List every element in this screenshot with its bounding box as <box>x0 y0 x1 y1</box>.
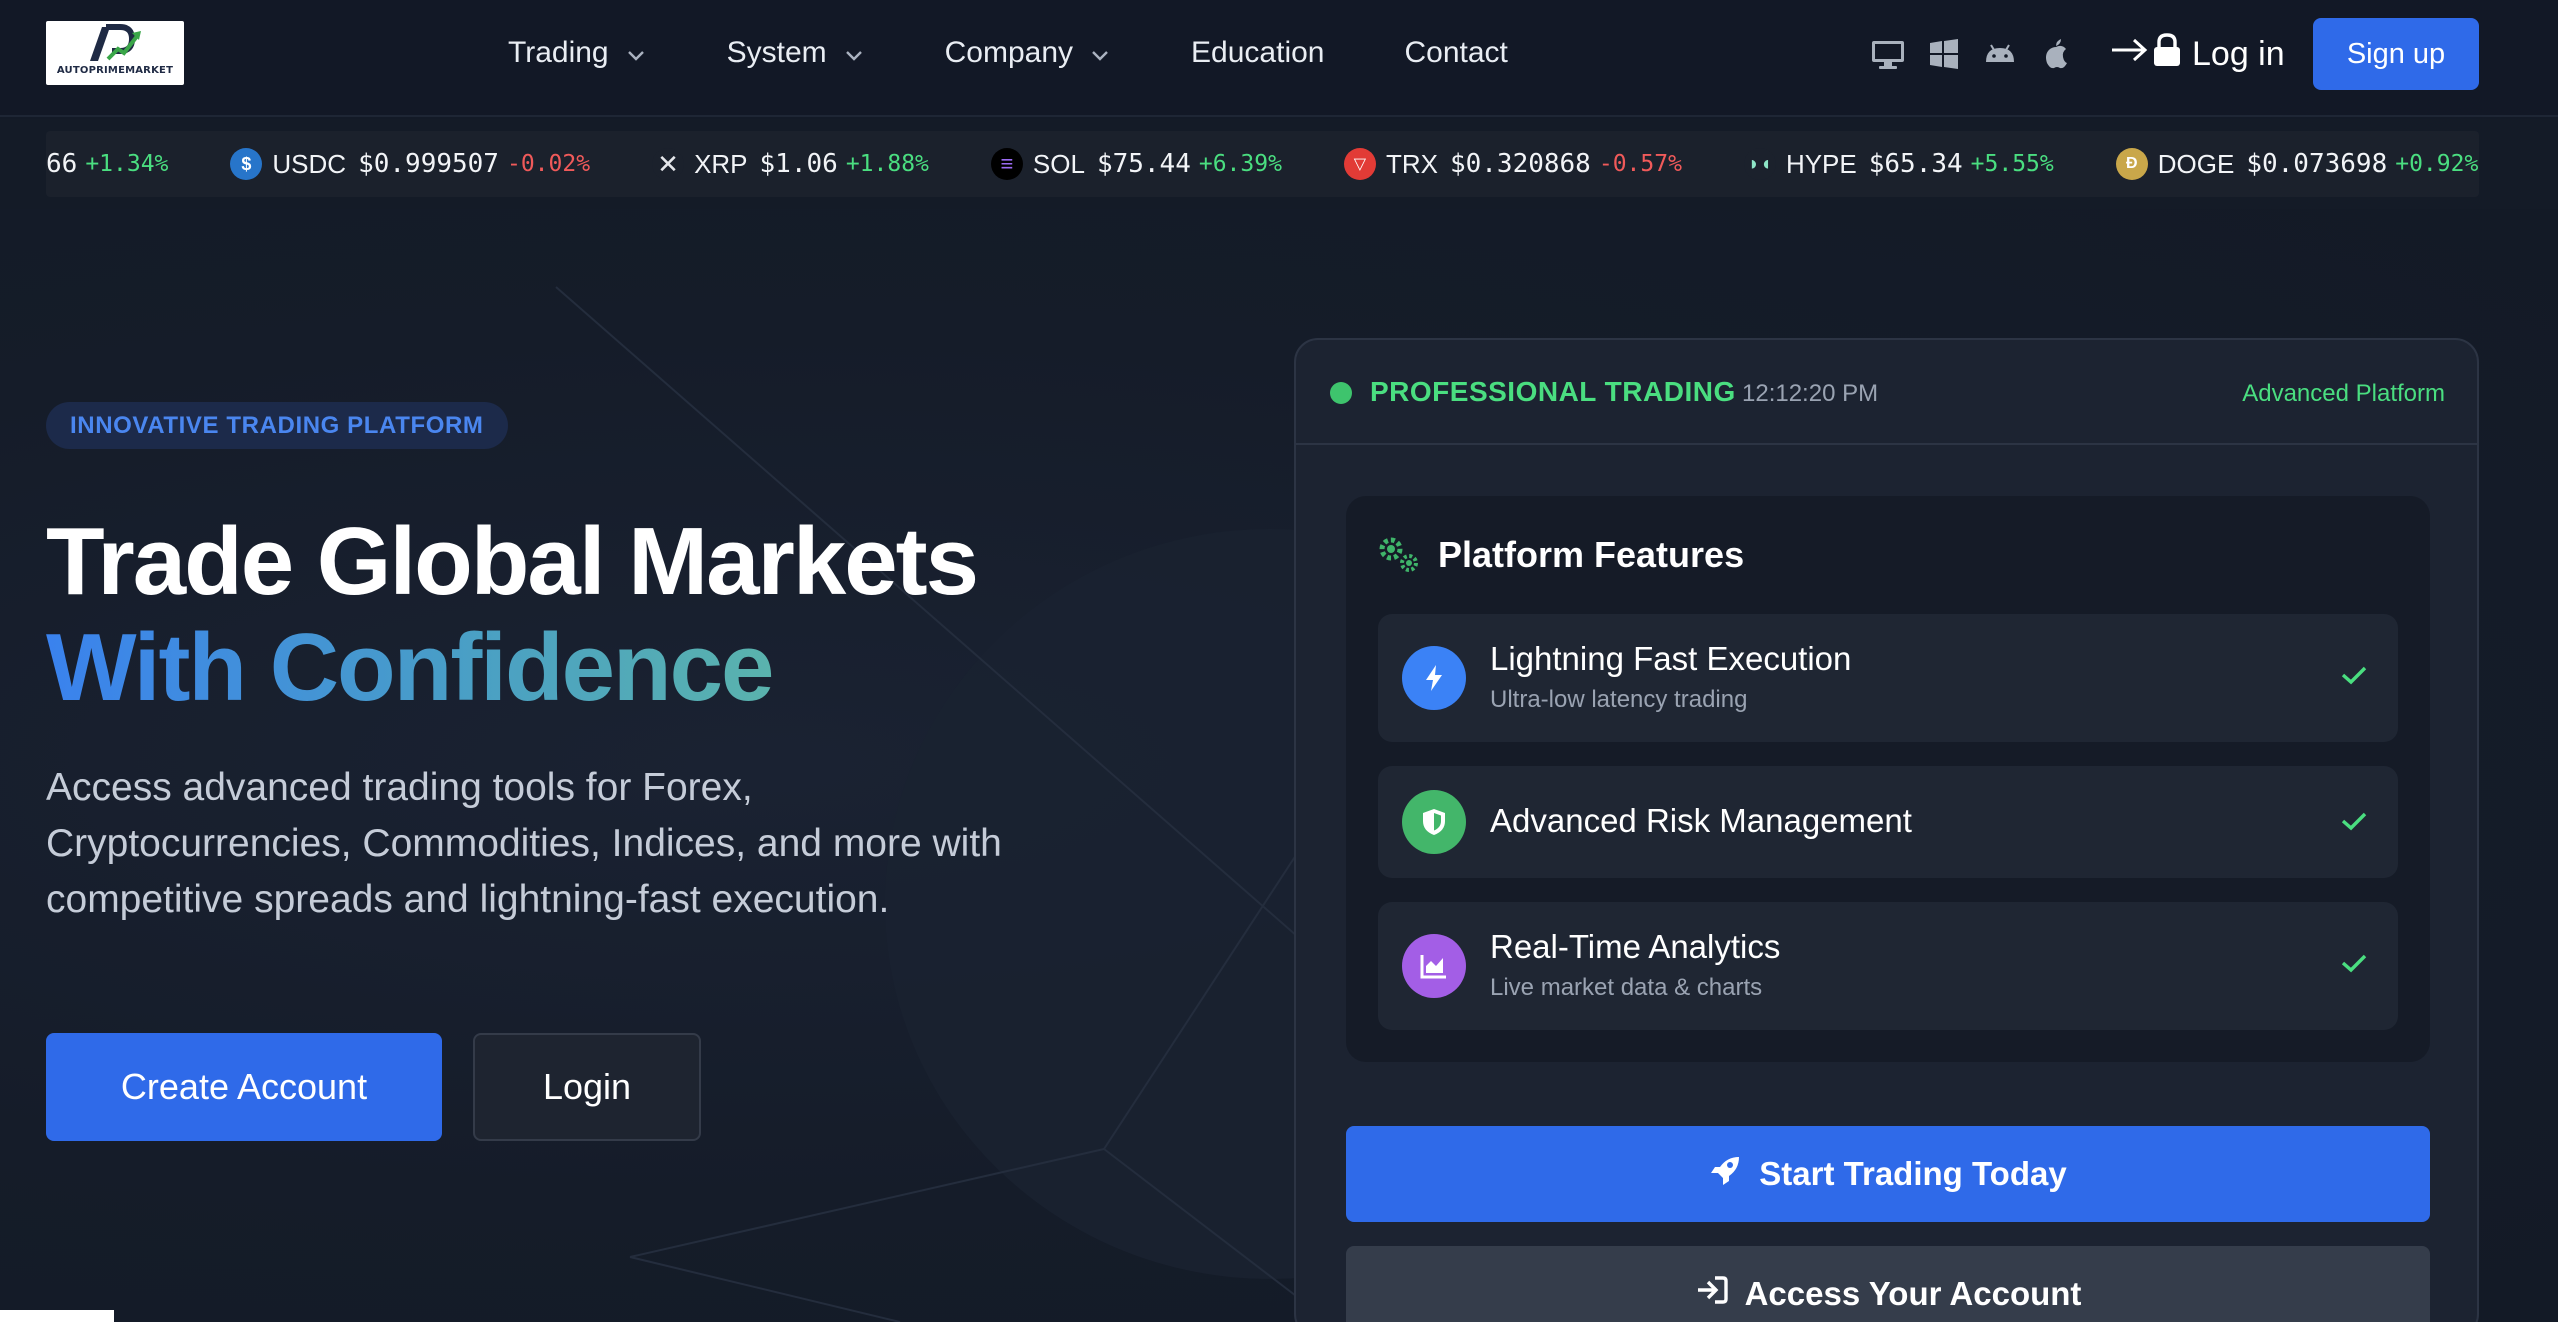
arrow-right-icon <box>2110 33 2150 76</box>
ticker-item[interactable]: ≡ SOL $75.44 +6.39% <box>990 148 1282 180</box>
ticker-change: +0.92% <box>2395 151 2479 177</box>
nav-item-system[interactable]: System <box>727 36 863 70</box>
ticker-change: +1.88% <box>845 151 929 177</box>
ticker-price: $1.06 <box>759 149 838 179</box>
ticker-price: 66 <box>46 149 78 179</box>
ticker-price: $0.320868 <box>1449 149 1591 179</box>
hero-title: Trade Global Markets <box>46 508 979 615</box>
ticker-change: -0.57% <box>1598 151 1682 177</box>
logo-wordmark: AUTOPRIMEMARKET <box>56 65 174 76</box>
hero-badge: INNOVATIVE TRADING PLATFORM <box>46 402 508 449</box>
ticker-price: $75.44 <box>1096 149 1191 179</box>
price-ticker: 66 +1.34% $ USDC $0.999507 -0.02% ✕ XRP … <box>46 131 2479 197</box>
chart-icon <box>1402 934 1466 998</box>
ticker-symbol: HYPE <box>1785 148 1857 179</box>
ticker-item[interactable]: ✕ XRP $1.06 +1.88% <box>652 148 929 180</box>
feature-item: Advanced Risk Management <box>1378 766 2398 878</box>
nav-item-label: Company <box>944 36 1074 69</box>
desktop-icon[interactable] <box>1870 36 1906 72</box>
ticker-symbol: TRX <box>1385 148 1438 179</box>
ticker-change: -0.02% <box>506 151 591 177</box>
feature-subtitle: Ultra-low latency trading <box>1490 686 1748 713</box>
nav-item-label: System <box>726 36 827 69</box>
ticker-item[interactable]: 66 +1.34% <box>46 149 168 179</box>
ticker-item[interactable]: Ð DOGE $0.073698 +0.92% <box>2115 148 2479 180</box>
ticker-symbol: USDC <box>272 148 347 179</box>
access-account-label: Access Your Account <box>1744 1275 2082 1312</box>
ticker-change: +1.34% <box>85 151 169 177</box>
main-menu: Trading System Company Education Contact <box>508 36 1588 70</box>
login-button[interactable]: Login <box>473 1033 701 1141</box>
ticker-symbol: XRP <box>694 148 748 179</box>
create-account-button[interactable]: Create Account <box>46 1033 442 1141</box>
check-icon <box>2340 810 2368 837</box>
access-account-button[interactable]: Access Your Account <box>1346 1246 2430 1322</box>
corner-widget <box>0 1310 114 1322</box>
feature-name: Real-Time Analytics <box>1490 928 1781 965</box>
chevron-down-icon <box>1091 36 1109 70</box>
ticker-change: +5.55% <box>1970 151 2054 177</box>
panel-clock: 12:12:20 PM <box>1742 380 1879 407</box>
nav-item-label: Education <box>1191 36 1325 69</box>
xrp-icon: ✕ <box>652 148 685 180</box>
ticker-price: $65.34 <box>1868 149 1963 179</box>
trading-panel: PROFESSIONAL TRADING 12:12:20 PM Advance… <box>1294 338 2479 1322</box>
feature-name: Lightning Fast Execution <box>1490 640 1852 677</box>
feature-subtitle: Live market data & charts <box>1490 974 1763 1001</box>
chevron-down-icon <box>845 36 863 70</box>
ticker-symbol: SOL <box>1032 148 1085 179</box>
apple-icon[interactable] <box>2038 36 2074 72</box>
sol-icon: ≡ <box>990 148 1023 180</box>
login-link[interactable]: Log in <box>2110 32 2285 77</box>
windows-icon[interactable] <box>1926 36 1962 72</box>
feature-item: Real-Time Analytics Live market data & c… <box>1378 902 2398 1030</box>
feature-name: Advanced Risk Management <box>1490 802 1912 839</box>
bolt-icon <box>1402 646 1466 710</box>
login-label: Log in <box>2192 35 2285 73</box>
nav-item-label: Contact <box>1404 36 1508 69</box>
panel-tag: Advanced Platform <box>2242 380 2445 407</box>
hero-description: Access advanced trading tools for Forex,… <box>46 766 1002 921</box>
chevron-down-icon <box>627 36 645 70</box>
ticker-item[interactable]: $ USDC $0.999507 -0.02% <box>230 148 590 180</box>
check-icon <box>2340 952 2368 979</box>
usdc-icon: $ <box>230 148 263 180</box>
rocket-icon <box>1709 1153 1759 1195</box>
price-ticker-bar: 66 +1.34% $ USDC $0.999507 -0.02% ✕ XRP … <box>0 119 2558 209</box>
lock-icon <box>2152 32 2182 77</box>
signup-button[interactable]: Sign up <box>2313 18 2479 90</box>
brand-logo[interactable]: AUTOPRIMEMARKET <box>46 21 184 85</box>
top-navbar: AUTOPRIMEMARKET Trading System Company E… <box>0 0 2558 117</box>
check-icon <box>2340 664 2368 691</box>
start-trading-label: Start Trading Today <box>1759 1155 2067 1192</box>
trx-icon: ▽ <box>1343 148 1376 180</box>
sign-in-icon <box>1695 1274 1745 1314</box>
nav-item-trading[interactable]: Trading <box>508 36 645 70</box>
hero-title-highlight: With Confidence <box>46 614 774 721</box>
ticker-symbol: DOGE <box>2157 148 2235 179</box>
platform-icons <box>1870 36 2074 72</box>
ticker-item[interactable]: ◗◖ HYPE $65.34 +5.55% <box>1743 148 2054 180</box>
nav-item-education[interactable]: Education <box>1191 36 1324 70</box>
panel-status-title: PROFESSIONAL TRADING <box>1370 376 1736 407</box>
hype-icon: ◗◖ <box>1743 148 1776 180</box>
nav-item-contact[interactable]: Contact <box>1404 36 1507 70</box>
feature-item: Lightning Fast Execution Ultra-low laten… <box>1378 614 2398 742</box>
ticker-price: $0.999507 <box>358 149 499 179</box>
nav-item-label: Trading <box>508 36 609 69</box>
ticker-item[interactable]: ▽ TRX $0.320868 -0.57% <box>1343 148 1682 180</box>
ticker-change: +6.39% <box>1198 151 1282 177</box>
panel-header: PROFESSIONAL TRADING 12:12:20 PM Advance… <box>1296 340 2477 445</box>
live-status-dot <box>1330 382 1352 404</box>
gears-icon <box>1376 534 1422 579</box>
ticker-price: $0.073698 <box>2246 149 2388 179</box>
android-icon[interactable] <box>1982 36 2018 72</box>
features-title: Platform Features <box>1438 534 1745 575</box>
doge-icon: Ð <box>2115 148 2148 180</box>
start-trading-button[interactable]: Start Trading Today <box>1346 1126 2430 1222</box>
nav-item-company[interactable]: Company <box>945 36 1109 70</box>
features-card: Platform Features Lightning Fast Executi… <box>1346 496 2430 1062</box>
shield-icon <box>1402 790 1466 854</box>
